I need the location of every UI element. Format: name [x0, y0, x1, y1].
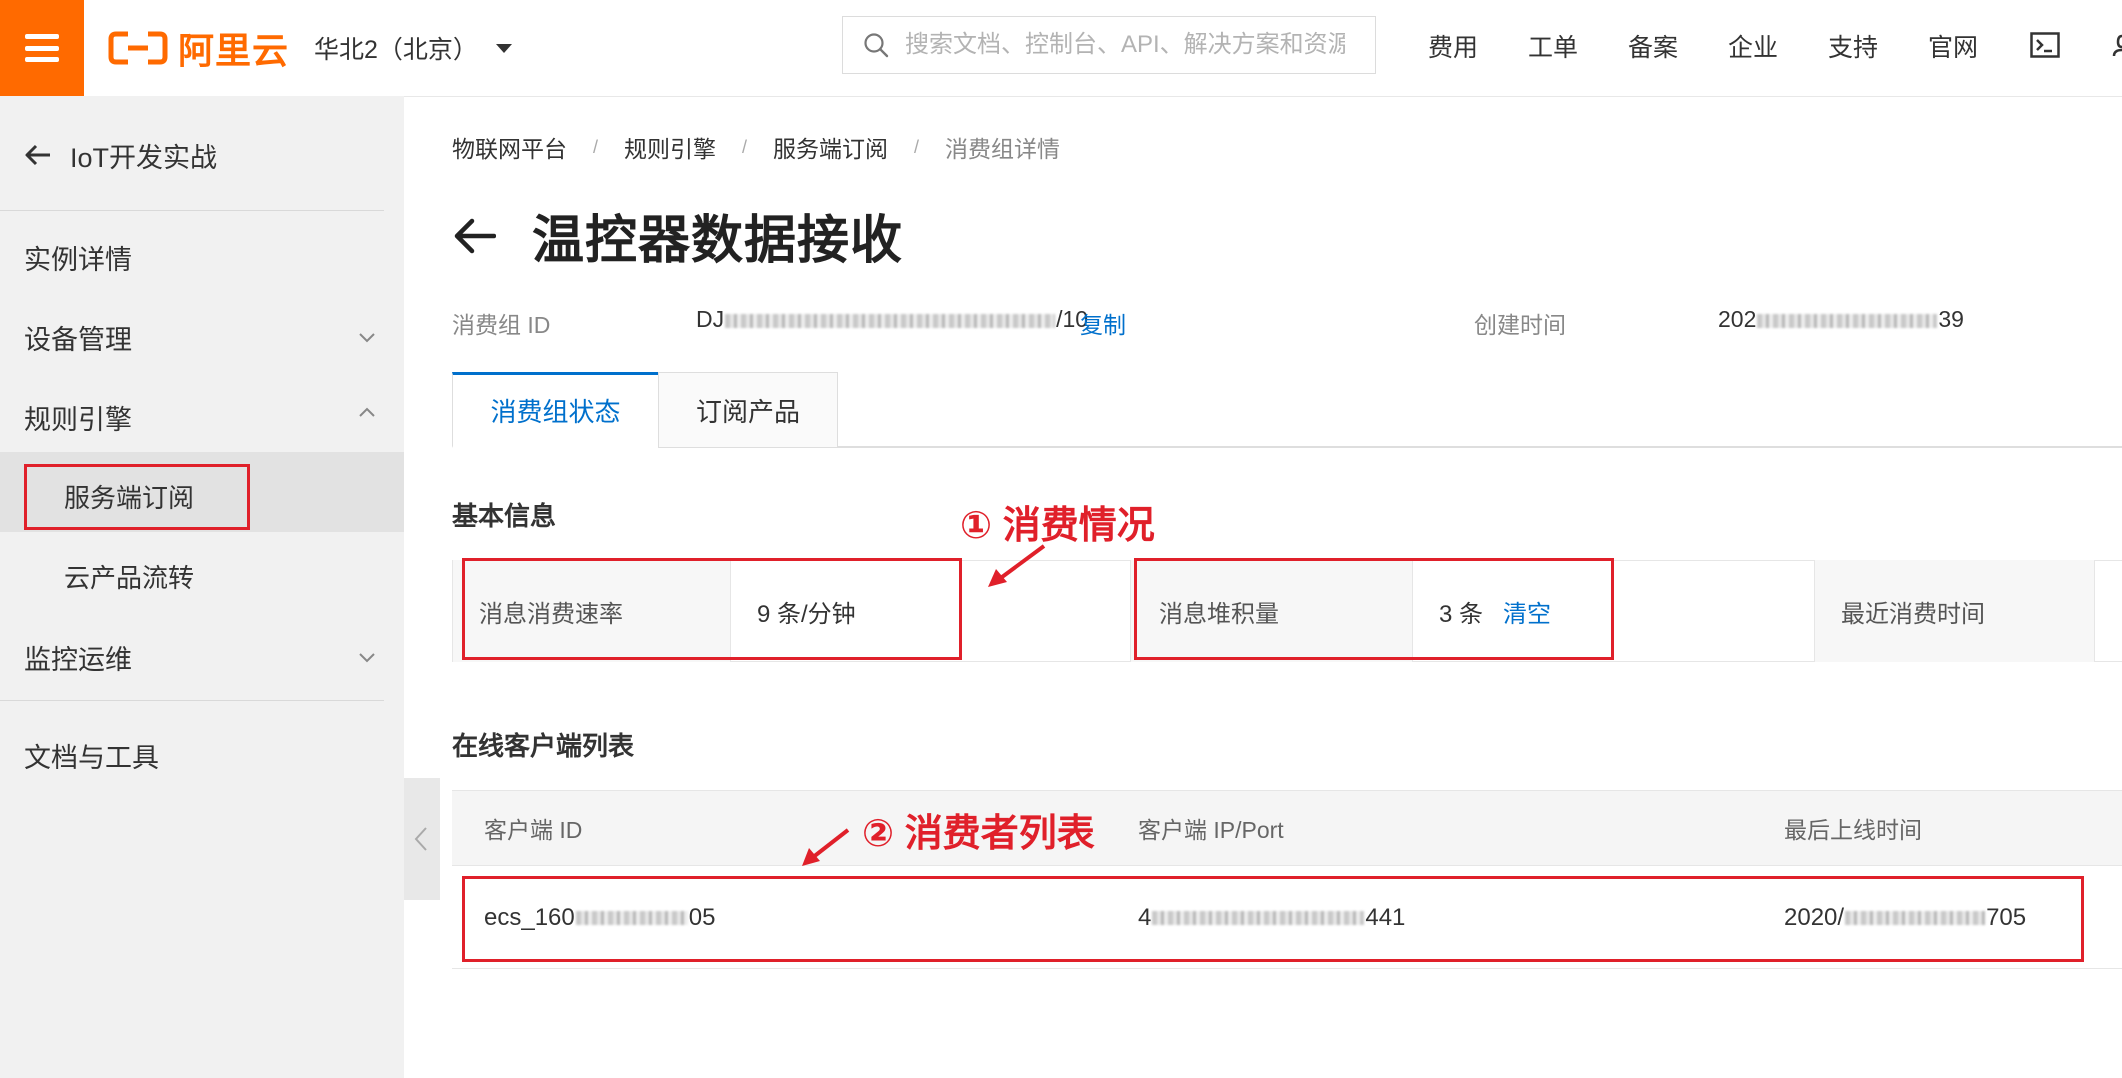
column-client-ip-port: 客户端 IP/Port — [1138, 817, 1284, 843]
clients-title: 在线客户端列表 — [452, 731, 635, 761]
chevron-down-icon[interactable] — [358, 648, 376, 666]
page-title: 温控器数据接收 — [532, 212, 904, 270]
back-arrow-icon[interactable] — [452, 217, 496, 255]
chevron-left-icon — [414, 827, 427, 851]
created-time-prefix: 202 — [1718, 306, 1757, 332]
annotation-box-backlog — [1134, 558, 1614, 660]
breadcrumb-separator: / — [914, 136, 920, 157]
column-client-id: 客户端 ID — [484, 817, 583, 843]
breadcrumb-rule-engine[interactable]: 规则引擎 — [624, 130, 716, 164]
sidebar-item-docs-tools[interactable]: 文档与工具 — [24, 736, 159, 775]
created-time-label: 创建时间 — [1474, 312, 1566, 338]
breadcrumb-separator: / — [742, 136, 748, 157]
search-input[interactable] — [903, 30, 1347, 60]
sidebar-divider — [0, 700, 384, 701]
chevron-down-icon[interactable] — [358, 328, 376, 346]
breadcrumb-server-subscription[interactable]: 服务端订阅 — [773, 130, 888, 164]
caret-down-icon — [495, 43, 512, 53]
search-icon — [864, 33, 889, 58]
breadcrumb: 物联网平台 / 规则引擎 / 服务端订阅 / 消费组详情 — [452, 130, 1060, 164]
search-box[interactable] — [842, 16, 1376, 74]
copy-id-link[interactable]: 复制 — [1080, 306, 1126, 340]
sidebar-divider — [0, 210, 384, 211]
sidebar-item-cloud-product-flow[interactable]: 云产品流转 — [64, 558, 194, 595]
sidebar-collapse-handle[interactable] — [404, 778, 440, 900]
terminal-icon[interactable] — [2030, 32, 2060, 58]
nav-fees[interactable]: 费用 — [1428, 28, 1478, 64]
column-last-online: 最后上线时间 — [1784, 817, 1922, 843]
nav-support[interactable]: 支持 — [1828, 28, 1878, 64]
sidebar-item-device-management[interactable]: 设备管理 — [24, 318, 132, 357]
created-time-suffix: 39 — [1938, 306, 1964, 332]
consumer-group-id-value: DJ/10 — [696, 306, 1088, 333]
consumer-group-id-prefix: DJ — [696, 306, 725, 332]
annotation-arrow-icon — [988, 544, 1046, 587]
consumer-group-id-label: 消费组 ID — [452, 312, 551, 338]
annotation-box-server-subscription — [24, 464, 250, 530]
title-row: 温控器数据接收 — [452, 198, 903, 273]
annotation-box-consume-rate — [462, 558, 962, 660]
region-selector[interactable]: 华北2（北京） — [314, 26, 512, 70]
annotation-arrow-icon — [802, 828, 850, 866]
menu-icon[interactable] — [0, 0, 84, 96]
table-row-divider — [452, 968, 2122, 969]
last-consume-time-label: 最近消费时间 — [1815, 560, 2095, 662]
annotation-consumers: ② 消费者列表 — [862, 813, 1095, 855]
basic-info-title: 基本信息 — [452, 501, 557, 531]
region-label: 华北2（北京） — [314, 36, 478, 64]
nav-tickets[interactable]: 工单 — [1528, 28, 1578, 64]
breadcrumb-separator: / — [593, 136, 599, 157]
breadcrumb-iot-platform[interactable]: 物联网平台 — [452, 130, 567, 164]
user-icon[interactable] — [2112, 32, 2122, 58]
chevron-up-icon[interactable] — [358, 404, 376, 422]
nav-official-site[interactable]: 官网 — [1928, 28, 1978, 64]
sidebar-item-rule-engine[interactable]: 规则引擎 — [24, 398, 132, 437]
tab-subscribed-products[interactable]: 订阅产品 — [658, 372, 838, 448]
annotation-box-client-row — [462, 876, 2084, 962]
brand-name: 阿里云 — [178, 30, 290, 71]
breadcrumb-current: 消费组详情 — [945, 136, 1061, 162]
aliyun-logo-icon — [108, 31, 168, 65]
tab-consumer-group-status[interactable]: 消费组状态 — [452, 372, 659, 448]
arrow-left-icon — [25, 144, 50, 166]
redacted-text — [725, 313, 1056, 328]
sidebar-item-instance-details[interactable]: 实例详情 — [24, 238, 132, 277]
sidebar-item-monitoring[interactable]: 监控运维 — [24, 638, 132, 677]
redacted-text — [1757, 313, 1938, 328]
sidebar-back-label: IoT开发实战 — [70, 142, 218, 173]
aliyun-logo[interactable]: 阿里云 — [108, 26, 289, 71]
sidebar-back-link[interactable]: IoT开发实战 — [24, 138, 218, 173]
nav-enterprise[interactable]: 企业 — [1728, 28, 1778, 64]
nav-icp[interactable]: 备案 — [1628, 28, 1678, 64]
created-time-value: 202 39 — [1718, 306, 1964, 333]
